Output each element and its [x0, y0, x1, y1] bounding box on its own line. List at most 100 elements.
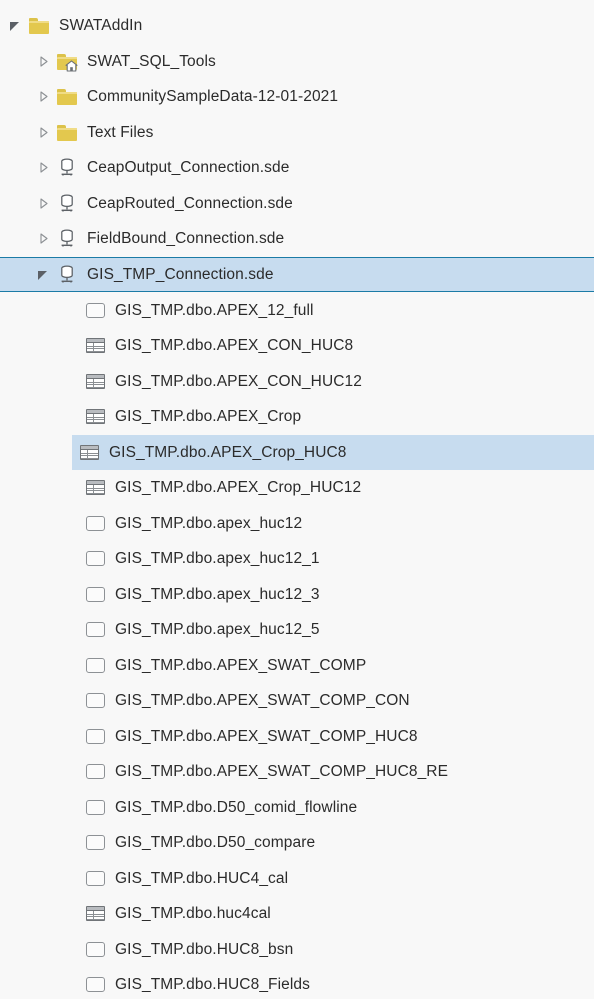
tree-item[interactable]: GIS_TMP.dbo.apex_huc12_5 [0, 612, 594, 647]
tree-item-label: GIS_TMP.dbo.APEX_CON_HUC12 [115, 372, 362, 390]
tree-item-icon [56, 51, 78, 73]
tree-item-icon [84, 761, 106, 783]
tree-item-label: GIS_TMP.dbo.APEX_SWAT_COMP_HUC8 [115, 727, 418, 745]
catalog-tree-panel[interactable]: SWATAddIn SWAT_SQL_Tools CommunitySampleDa… [0, 0, 594, 999]
folder-icon [29, 17, 49, 34]
tree-item[interactable]: SWAT_SQL_Tools [0, 44, 594, 79]
collapse-arrow-icon[interactable] [36, 268, 50, 282]
tree-item-icon [56, 193, 78, 215]
blank-item-icon [85, 516, 105, 531]
tree-item-label: CommunitySampleData-12-01-2021 [87, 87, 339, 105]
tree-item-icon [56, 264, 78, 286]
tree-item[interactable]: GIS_TMP_Connection.sde [0, 257, 594, 292]
tree-item-label: SWAT_SQL_Tools [87, 52, 216, 70]
tree-item[interactable]: Text Files [0, 115, 594, 150]
expand-arrow-icon[interactable] [36, 55, 50, 69]
blank-item-icon [85, 977, 105, 992]
tree-item-label: GIS_TMP.dbo.huc4cal [115, 904, 271, 922]
tree-item[interactable]: GIS_TMP.dbo.apex_huc12_1 [0, 541, 594, 576]
collapse-arrow-icon[interactable] [8, 19, 22, 33]
expand-arrow-icon[interactable] [36, 232, 50, 246]
tree-item[interactable]: SWATAddIn [0, 8, 594, 43]
tree-item[interactable]: GIS_TMP.dbo.APEX_Crop_HUC8 [72, 435, 594, 470]
tree-item-icon [84, 726, 106, 748]
tree-item[interactable]: GIS_TMP.dbo.APEX_SWAT_COMP [0, 648, 594, 683]
tree-item[interactable]: GIS_TMP.dbo.APEX_Crop [0, 399, 594, 434]
tree-item[interactable]: GIS_TMP.dbo.APEX_SWAT_COMP_HUC8_RE [0, 754, 594, 789]
tree-item-icon [84, 584, 106, 606]
blank-item-icon [85, 800, 105, 815]
tree-item-label: GIS_TMP.dbo.D50_comid_flowline [115, 798, 358, 816]
tree-item-label: GIS_TMP.dbo.APEX_SWAT_COMP [115, 656, 367, 674]
tree-item-icon [84, 335, 106, 357]
blank-item-icon [85, 693, 105, 708]
tree-item[interactable]: GIS_TMP.dbo.apex_huc12 [0, 506, 594, 541]
tree-item[interactable]: GIS_TMP.dbo.APEX_Crop_HUC12 [0, 470, 594, 505]
tree-item[interactable]: GIS_TMP.dbo.D50_comid_flowline [0, 790, 594, 825]
tree-item[interactable]: GIS_TMP.dbo.huc4cal [0, 896, 594, 931]
blank-item-icon [85, 871, 105, 886]
tree-item[interactable]: GIS_TMP.dbo.APEX_CON_HUC8 [0, 328, 594, 363]
database-connection-icon [58, 194, 76, 213]
tree-item-label: CeapRouted_Connection.sde [87, 194, 293, 212]
expand-arrow-icon[interactable] [36, 161, 50, 175]
tree-item-label: GIS_TMP.dbo.APEX_SWAT_COMP_HUC8_RE [115, 762, 449, 780]
tree-item-icon [84, 939, 106, 961]
tree-item-label: GIS_TMP.dbo.D50_compare [115, 833, 316, 851]
table-icon [85, 906, 105, 921]
expand-arrow-icon[interactable] [36, 197, 50, 211]
expand-arrow-icon[interactable] [36, 90, 50, 104]
tree-item[interactable]: GIS_TMP.dbo.HUC4_cal [0, 861, 594, 896]
tree-item[interactable]: GIS_TMP.dbo.APEX_CON_HUC12 [0, 364, 594, 399]
folder-icon [57, 124, 77, 141]
blank-item-icon [85, 551, 105, 566]
tree-item-icon [56, 86, 78, 108]
database-connection-icon [58, 229, 76, 248]
blank-item-icon [85, 587, 105, 602]
tree-item[interactable]: CommunitySampleData-12-01-2021 [0, 79, 594, 114]
tree-item[interactable]: FieldBound_Connection.sde [0, 221, 594, 256]
table-icon [85, 480, 105, 495]
tree-item[interactable]: GIS_TMP.dbo.APEX_12_full [0, 293, 594, 328]
tree-item[interactable]: GIS_TMP.dbo.HUC8_Fields [0, 967, 594, 999]
tree-item-icon [84, 619, 106, 641]
expand-arrow-icon[interactable] [36, 126, 50, 140]
blank-item-icon [85, 658, 105, 673]
tree-item-icon [84, 406, 106, 428]
blank-item-icon [85, 835, 105, 850]
tree-item-label: GIS_TMP.dbo.APEX_Crop_HUC8 [109, 443, 347, 461]
tree-item-label: GIS_TMP.dbo.apex_huc12_1 [115, 549, 320, 567]
blank-item-icon [85, 942, 105, 957]
tree-item-label: SWATAddIn [59, 16, 143, 34]
tree-item[interactable]: GIS_TMP.dbo.HUC8_bsn [0, 932, 594, 967]
tree-item-label: GIS_TMP.dbo.APEX_Crop [115, 407, 302, 425]
table-icon [85, 409, 105, 424]
tree-item-icon [56, 157, 78, 179]
tree-item-icon [84, 513, 106, 535]
tree-item[interactable]: CeapOutput_Connection.sde [0, 150, 594, 185]
tree-item[interactable]: GIS_TMP.dbo.D50_compare [0, 825, 594, 860]
tree-item[interactable]: GIS_TMP.dbo.apex_huc12_3 [0, 577, 594, 612]
tree-item-label: Text Files [87, 123, 154, 141]
tree-item[interactable]: GIS_TMP.dbo.APEX_SWAT_COMP_CON [0, 683, 594, 718]
tree-item-label: GIS_TMP.dbo.HUC8_Fields [115, 975, 310, 993]
database-connection-icon [58, 158, 76, 177]
tree-item-icon [84, 548, 106, 570]
tree-item[interactable]: CeapRouted_Connection.sde [0, 186, 594, 221]
tree-item[interactable]: GIS_TMP.dbo.APEX_SWAT_COMP_HUC8 [0, 719, 594, 754]
